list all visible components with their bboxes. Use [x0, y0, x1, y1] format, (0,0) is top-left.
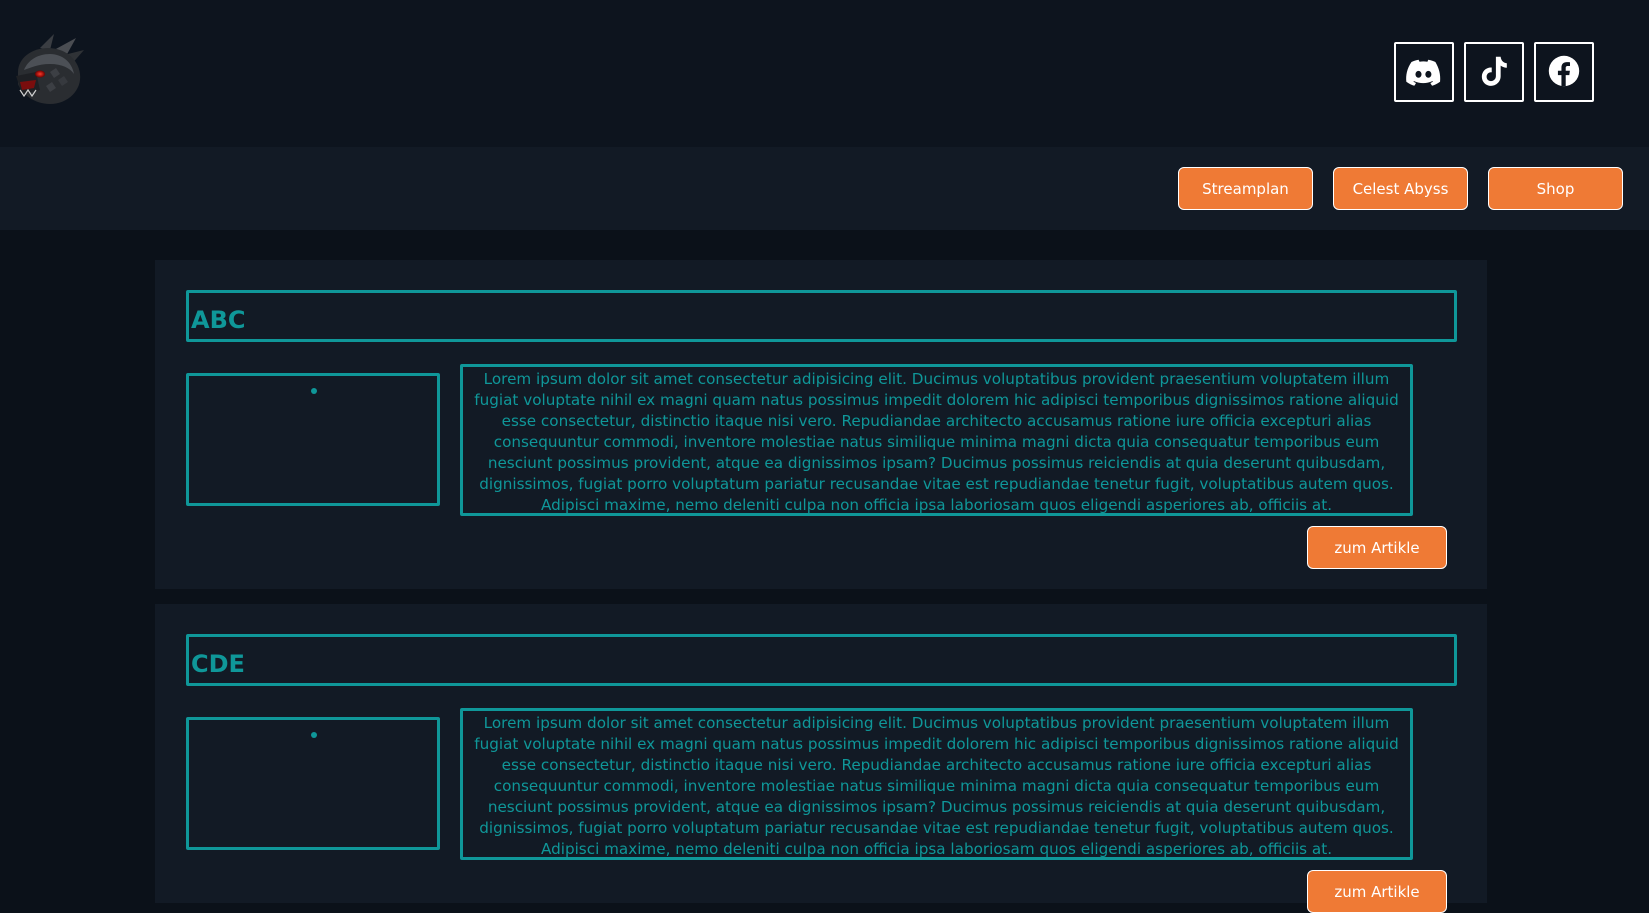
article-image-placeholder [186, 373, 440, 506]
article-text: Lorem ipsum dolor sit amet consectetur a… [460, 708, 1413, 860]
article-card: ABC Lorem ipsum dolor sit amet consectet… [155, 260, 1487, 589]
article-title: ABC [191, 306, 246, 334]
article-title: CDE [191, 650, 245, 678]
article-card: CDE Lorem ipsum dolor sit amet consectet… [155, 604, 1487, 913]
tiktok-icon [1475, 52, 1513, 93]
article-title-box: CDE [186, 634, 1457, 686]
nav-streamplan-button[interactable]: Streamplan [1178, 167, 1313, 210]
nav-celest-abyss-button[interactable]: Celest Abyss [1333, 167, 1468, 210]
article-text: Lorem ipsum dolor sit amet consectetur a… [460, 364, 1413, 516]
dragon-logo-icon[interactable] [10, 32, 86, 108]
discord-button[interactable] [1394, 42, 1454, 102]
facebook-button[interactable] [1534, 42, 1594, 102]
image-bullet-icon [311, 388, 317, 394]
image-bullet-icon [311, 732, 317, 738]
read-article-button[interactable]: zum Artikle [1307, 870, 1447, 913]
facebook-icon [1545, 52, 1583, 93]
article-title-box: ABC [186, 290, 1457, 342]
read-article-button[interactable]: zum Artikle [1307, 526, 1447, 569]
nav-shop-button[interactable]: Shop [1488, 167, 1623, 210]
article-image-placeholder [186, 717, 440, 850]
top-header [0, 0, 1649, 147]
tiktok-button[interactable] [1464, 42, 1524, 102]
discord-icon [1405, 52, 1443, 93]
nav-bar: Streamplan Celest Abyss Shop [0, 147, 1649, 230]
